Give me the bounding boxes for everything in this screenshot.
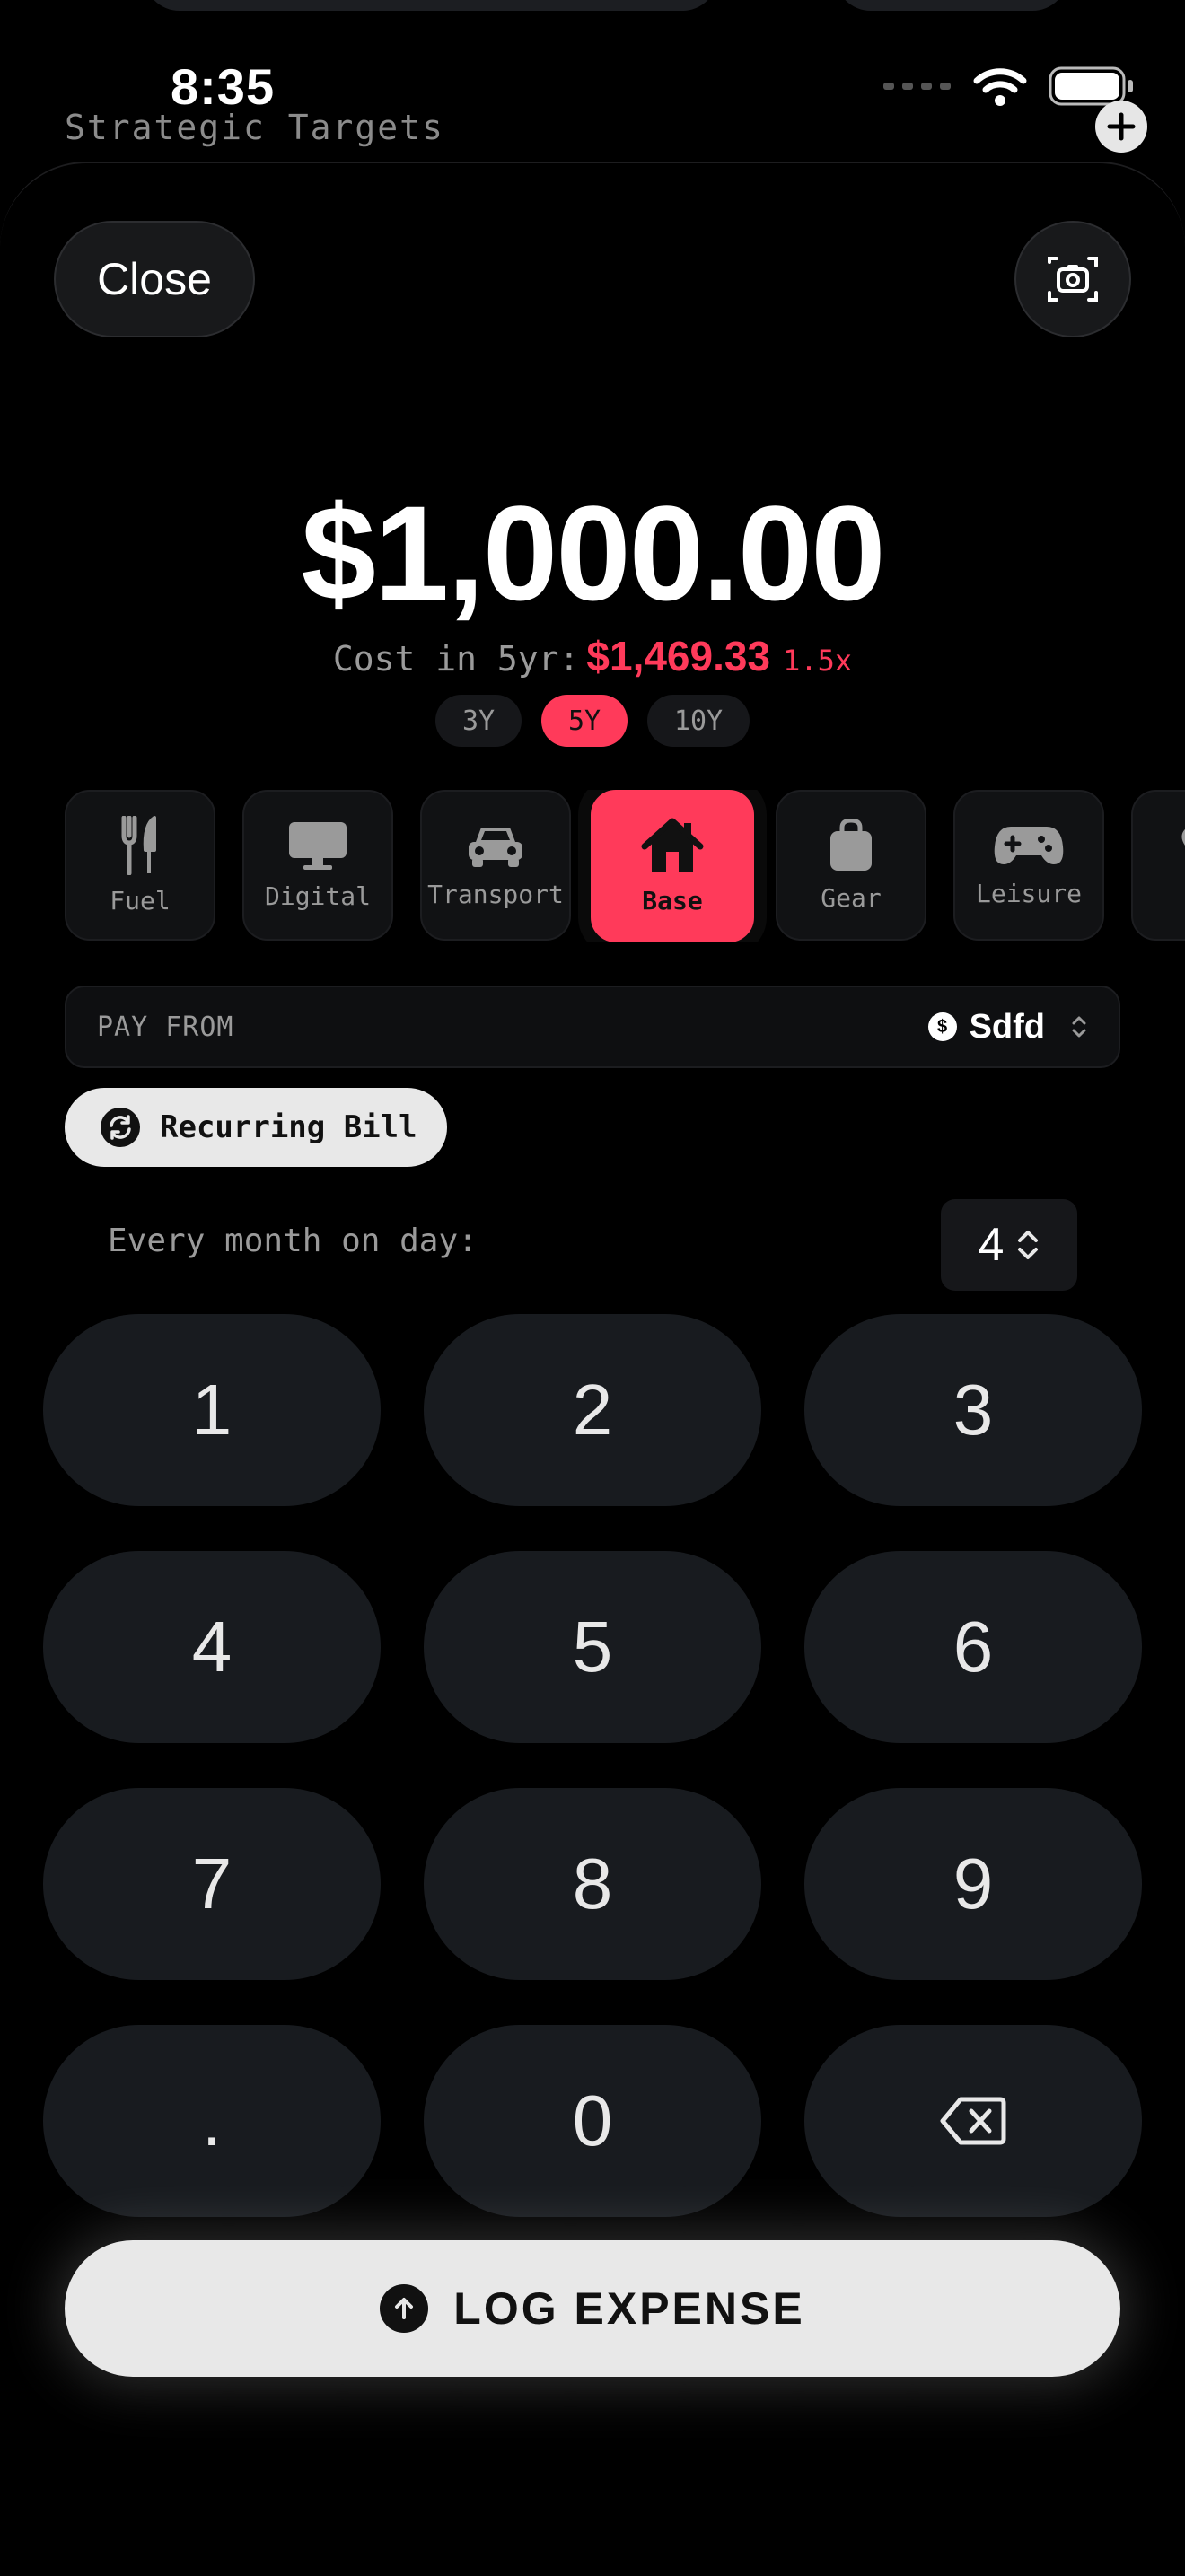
background-card: [835, 0, 1068, 11]
key-5[interactable]: 5: [424, 1551, 761, 1743]
category-base[interactable]: Base: [591, 790, 754, 942]
bag-icon: [830, 818, 872, 871]
category-digital[interactable]: Digital: [242, 790, 393, 941]
chevron-updown-icon: [1018, 1231, 1039, 1259]
category-label: Base: [642, 885, 703, 916]
category-label: Gear: [821, 882, 882, 913]
category-fuel[interactable]: Fuel: [65, 790, 215, 941]
key-6[interactable]: 6: [804, 1551, 1142, 1743]
schedule-label: Every month on day:: [108, 1222, 478, 1259]
plus-icon: [1107, 112, 1136, 141]
heart-icon: [1181, 828, 1185, 846]
category-label: Digital: [264, 881, 371, 911]
chevron-updown-icon: [1072, 1016, 1086, 1038]
add-button[interactable]: [1095, 101, 1147, 153]
dollar-coin-icon: $: [927, 1012, 957, 1041]
future-cost-label: Cost in 5yr:: [332, 639, 580, 679]
horizon-selector: 3Y 5Y 10Y: [0, 695, 1185, 747]
cellular-icon: [883, 83, 951, 90]
day-value: 4: [978, 1219, 1005, 1271]
expense-amount: $1,000.00: [301, 478, 885, 628]
wifi-icon: [973, 68, 1027, 106]
arrow-up-circle-icon: [380, 2284, 429, 2333]
key-3[interactable]: 3: [804, 1314, 1142, 1506]
future-cost: Cost in 5yr: $1,469.33 1.5x: [0, 632, 1185, 680]
category-health[interactable]: He: [1131, 790, 1185, 941]
day-picker[interactable]: 4: [941, 1199, 1077, 1291]
key-2[interactable]: 2: [424, 1314, 761, 1506]
category-selector: Fuel Digital Transport Base Gear Leisure: [0, 790, 1185, 942]
status-icons: [883, 66, 1135, 106]
gamepad-icon: [994, 826, 1064, 864]
log-expense-button[interactable]: LOG EXPENSE: [65, 2240, 1120, 2377]
recurring-bill-label: Recurring Bill: [160, 1109, 417, 1145]
category-label: Leisure: [975, 878, 1082, 908]
horizon-10y[interactable]: 10Y: [647, 695, 750, 747]
car-icon: [469, 827, 522, 867]
key-8[interactable]: 8: [424, 1788, 761, 1980]
cost-multiplier: 1.5x: [783, 644, 853, 678]
utensils-icon: [121, 815, 156, 875]
horizon-3y[interactable]: 3Y: [435, 695, 522, 747]
key-backspace[interactable]: [804, 2025, 1142, 2217]
recurring-bill-toggle[interactable]: Recurring Bill: [65, 1088, 447, 1167]
key-1[interactable]: 1: [43, 1314, 381, 1506]
camera-icon: [1048, 257, 1098, 302]
key-4[interactable]: 4: [43, 1551, 381, 1743]
pay-from-account: $ Sdfd: [927, 1007, 1088, 1047]
category-label: Transport: [427, 879, 564, 909]
monitor-icon: [289, 821, 347, 870]
camera-button[interactable]: [1014, 221, 1131, 337]
background-page-title: Strategic Targets: [65, 108, 444, 147]
pay-from-selector[interactable]: PAY FROM $ Sdfd: [65, 986, 1120, 1068]
house-icon: [641, 818, 704, 872]
key-0[interactable]: 0: [424, 2025, 761, 2217]
key-7[interactable]: 7: [43, 1788, 381, 1980]
background-card: [144, 0, 718, 11]
horizon-5y[interactable]: 5Y: [541, 695, 628, 747]
category-label: Fuel: [110, 885, 171, 916]
category-gear[interactable]: Gear: [776, 790, 926, 941]
close-button[interactable]: Close: [54, 221, 255, 337]
key-decimal[interactable]: .: [43, 2025, 381, 2217]
future-cost-value: $1,469.33: [586, 633, 771, 679]
category-transport[interactable]: Transport: [420, 790, 571, 941]
account-name: Sdfd: [969, 1007, 1045, 1046]
repeat-icon: [101, 1108, 140, 1147]
category-leisure[interactable]: Leisure: [953, 790, 1104, 941]
key-9[interactable]: 9: [804, 1788, 1142, 1980]
backspace-icon: [940, 2097, 1006, 2145]
log-expense-label: LOG EXPENSE: [453, 2283, 805, 2334]
pay-from-label: PAY FROM: [97, 1011, 234, 1043]
